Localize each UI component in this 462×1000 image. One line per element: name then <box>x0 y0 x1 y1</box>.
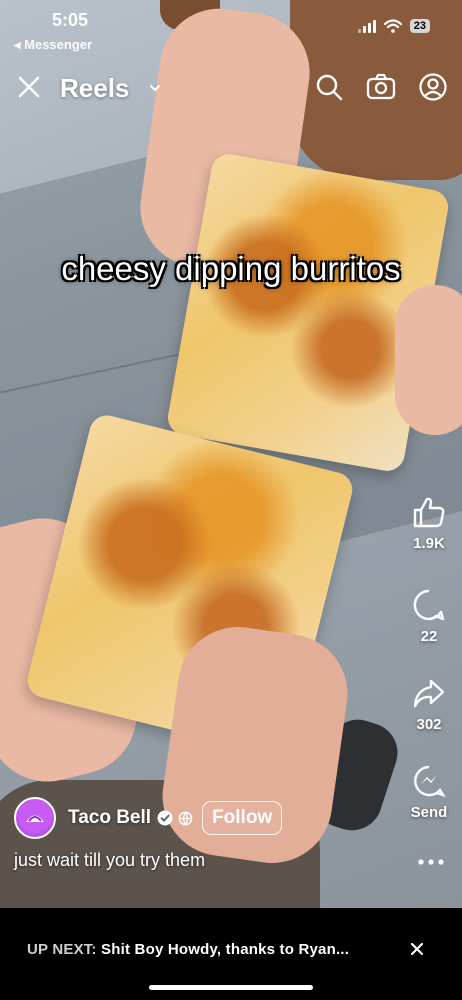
send-label: Send <box>410 804 448 821</box>
hand-right <box>395 285 462 435</box>
taco-bell-logo-icon <box>26 815 44 822</box>
up-next-label: UP NEXT: <box>27 941 97 958</box>
share-icon <box>413 679 445 708</box>
up-next-text: UP NEXT: Shit Boy Howdy, thanks to Ryan.… <box>27 941 349 958</box>
up-next-bar[interactable]: UP NEXT: Shit Boy Howdy, thanks to Ryan.… <box>0 908 462 1000</box>
comment-icon <box>413 589 445 621</box>
profile-icon[interactable] <box>418 72 448 102</box>
follow-button[interactable]: Follow <box>202 801 283 835</box>
back-to-messenger[interactable]: ◂ Messenger <box>14 37 92 53</box>
send-button[interactable]: Send <box>404 764 454 821</box>
status-time: 5:05 <box>52 10 89 30</box>
home-indicator[interactable] <box>149 985 313 990</box>
status-bar: 5:05 ◂ Messenger 23 <box>0 0 462 60</box>
close-icon[interactable] <box>16 74 42 100</box>
chevron-down-icon[interactable] <box>148 81 162 95</box>
more-icon[interactable] <box>417 852 445 872</box>
wifi-icon <box>383 19 402 33</box>
like-button[interactable]: 1.9K <box>404 495 454 552</box>
globe-icon <box>178 811 193 825</box>
comment-button[interactable]: 22 <box>404 588 454 645</box>
up-next-title: Shit Boy Howdy, thanks to Ryan... <box>101 941 350 958</box>
like-count: 1.9K <box>413 535 445 552</box>
status-icons: 23 <box>357 19 430 33</box>
taco-bell-avatar[interactable] <box>14 797 56 839</box>
video-caption: cheesy dipping burritos <box>61 250 401 287</box>
reels-screen: 5:05 ◂ Messenger 23 Reels cheesy dipping… <box>0 0 462 1000</box>
share-button[interactable]: 302 <box>404 676 454 733</box>
share-count: 302 <box>416 716 442 733</box>
reel-video[interactable] <box>0 0 462 908</box>
send-icon <box>414 765 446 798</box>
reels-title[interactable]: Reels <box>60 73 129 104</box>
account-row: Taco Bell Follow <box>14 796 283 840</box>
top-bar: Reels <box>0 68 462 108</box>
comment-count: 22 <box>420 628 438 645</box>
search-icon[interactable] <box>314 72 344 102</box>
verified-icon <box>157 810 173 826</box>
camera-icon[interactable] <box>366 72 396 102</box>
account-name[interactable]: Taco Bell <box>68 807 151 829</box>
signal-icon <box>357 19 376 33</box>
battery-indicator: 23 <box>409 19 430 33</box>
close-icon[interactable] <box>410 942 424 956</box>
reel-description[interactable]: just wait till you try them <box>14 850 205 871</box>
like-icon <box>413 497 445 528</box>
